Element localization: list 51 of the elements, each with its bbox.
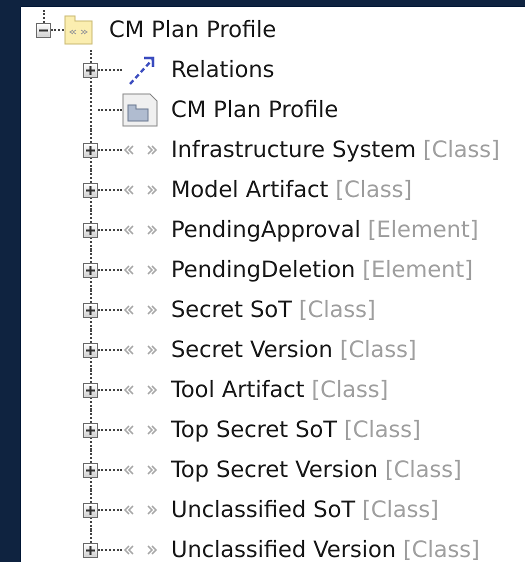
- tree-item[interactable]: PendingDeletion: [171, 257, 356, 283]
- stereotype-icon: [122, 423, 159, 437]
- type-label: [Class]: [403, 537, 480, 562]
- tree-item[interactable]: Unclassified SoT: [171, 497, 356, 523]
- type-label: [Class]: [362, 497, 439, 523]
- expand-icon[interactable]: [83, 542, 98, 558]
- expand-icon[interactable]: [83, 262, 98, 278]
- stereotype-icon: [122, 303, 159, 317]
- stereotype-icon: [122, 143, 159, 157]
- stereotype-icon: [122, 263, 159, 277]
- stereotype-icon: [122, 343, 159, 357]
- type-label: [Class]: [340, 337, 417, 363]
- tree-item[interactable]: CM Plan Profile: [109, 17, 276, 43]
- type-label: [Class]: [344, 417, 421, 443]
- expand-icon[interactable]: [83, 382, 98, 398]
- stereotype-icon: [122, 463, 159, 477]
- type-label: [Class]: [335, 177, 412, 203]
- type-label: [Element]: [362, 257, 474, 283]
- stereotype-icon: [122, 223, 159, 237]
- stereotype-icon: [122, 383, 159, 397]
- tree-item[interactable]: Secret Version: [171, 337, 333, 363]
- expand-icon[interactable]: [83, 462, 98, 478]
- tree-item[interactable]: CM Plan Profile: [171, 97, 338, 123]
- package-icon: [64, 15, 93, 45]
- type-label: [Class]: [423, 137, 500, 163]
- expand-icon[interactable]: [83, 342, 98, 358]
- expand-icon[interactable]: [83, 502, 98, 518]
- tree-item[interactable]: Unclassified Version: [171, 537, 396, 562]
- tree-item[interactable]: Model Artifact: [171, 177, 328, 203]
- type-label: [Class]: [298, 297, 376, 323]
- expand-icon[interactable]: [83, 182, 98, 198]
- diagram-icon: [122, 93, 159, 127]
- tree-item[interactable]: PendingApproval: [171, 217, 361, 243]
- stereotype-icon: [122, 183, 159, 197]
- collapse-icon[interactable]: [36, 22, 51, 38]
- tree-item[interactable]: Top Secret SoT: [171, 417, 337, 443]
- tree-item[interactable]: Secret SoT: [171, 297, 292, 323]
- stereotype-icon: [122, 543, 159, 557]
- expand-icon[interactable]: [83, 142, 98, 158]
- type-label: [Class]: [384, 457, 462, 483]
- expand-icon[interactable]: [83, 422, 98, 438]
- tree-item[interactable]: Tool Artifact: [171, 377, 304, 403]
- tree-item[interactable]: Relations: [171, 57, 274, 83]
- tree-item[interactable]: Top Secret Version: [171, 457, 378, 483]
- expand-icon[interactable]: [83, 222, 98, 238]
- expand-icon[interactable]: [83, 62, 98, 78]
- tree-item[interactable]: Infrastructure System: [171, 137, 416, 163]
- type-label: [Element]: [368, 217, 478, 243]
- expand-icon[interactable]: [83, 302, 98, 318]
- stereotype-icon: [122, 503, 159, 517]
- type-label: [Class]: [311, 377, 388, 403]
